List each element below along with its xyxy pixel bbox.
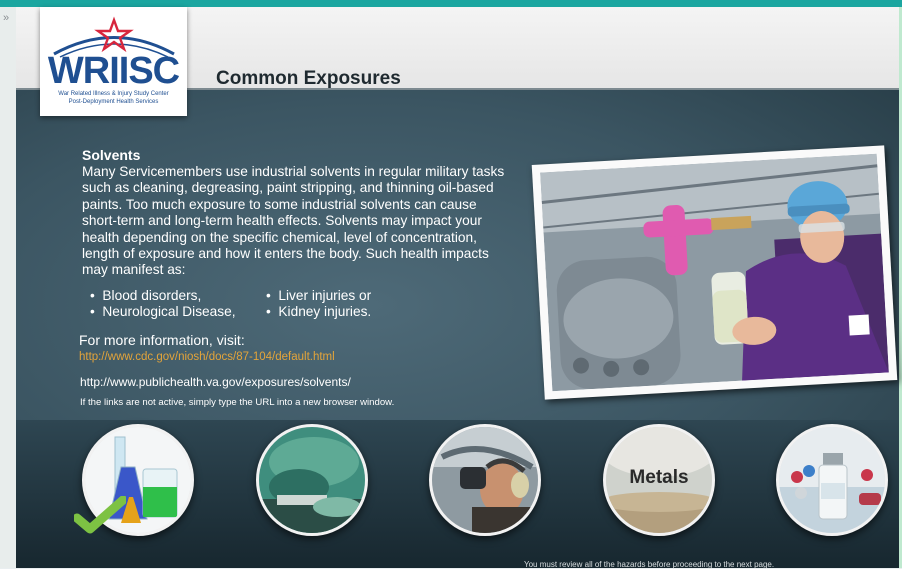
double-chevron-right-icon[interactable]: » (3, 12, 15, 24)
logo-subtitle-line2: Post-Deployment Health Services (68, 99, 159, 105)
hazard-metals-button[interactable]: Metals (603, 424, 715, 536)
photo-illustration (540, 153, 889, 392)
section-title: Solvents (82, 147, 141, 163)
cdc-link[interactable]: http://www.cdc.gov/niosh/docs/87-104/def… (79, 351, 335, 363)
hazard-medications-button[interactable] (776, 424, 888, 536)
body-paragraph: Many Servicemembers use industrial solve… (82, 164, 505, 278)
hazard-environment-button[interactable] (256, 424, 368, 536)
hearing-protection-icon (432, 427, 538, 533)
solvent-worker-photo (531, 145, 898, 400)
metals-label: Metals (629, 467, 689, 488)
more-info-label: For more information, visit: (79, 332, 245, 348)
va-link[interactable]: http://www.publichealth.va.gov/exposures… (80, 375, 351, 389)
logo-wordmark: WRIISC (47, 50, 180, 92)
checkmark-icon (74, 496, 126, 534)
content-block: Solvents Many Servicemembers use industr… (82, 147, 512, 279)
wriisc-logo: WRIISC War Related Illness & Injury Stud… (40, 7, 187, 116)
side-panel-strip: » (0, 7, 17, 568)
list-item: • Liver injuries or (266, 288, 372, 303)
medicine-vial-icon (779, 427, 885, 533)
list-item: • Blood disorders, (90, 288, 202, 303)
logo-subtitle-line1: War Related Illness & Injury Study Cente… (58, 91, 169, 97)
top-accent-bar (0, 0, 902, 7)
hazard-noise-button[interactable] (429, 424, 541, 536)
list-item: • Kidney injuries. (266, 304, 372, 319)
list-item: • Neurological Disease, (90, 304, 236, 319)
links-note: If the links are not active, simply type… (80, 397, 395, 408)
page-title: Common Exposures (216, 68, 401, 89)
smoke-plume-icon (259, 427, 365, 533)
